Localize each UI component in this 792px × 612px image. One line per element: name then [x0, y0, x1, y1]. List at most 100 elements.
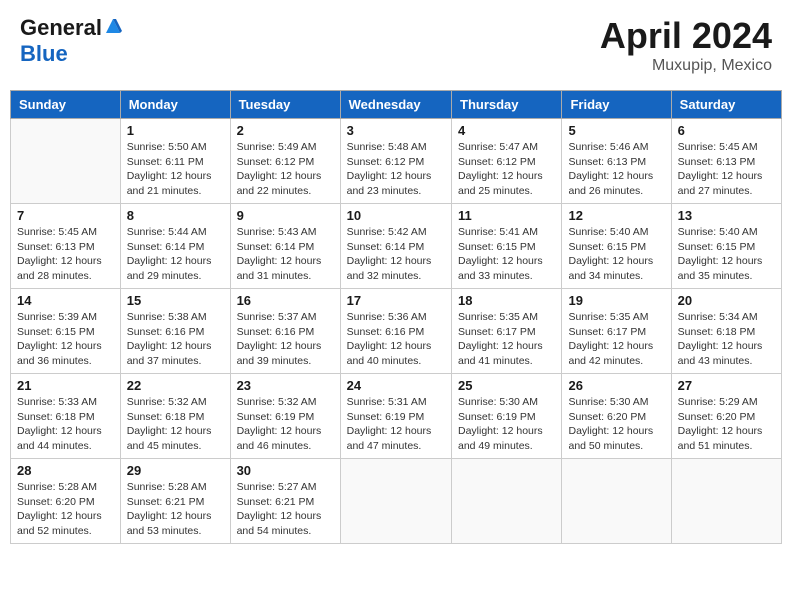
day-cell-3-4: 25 Sunrise: 5:30 AMSunset: 6:19 PMDayligh…	[452, 374, 562, 459]
day-info: Sunrise: 5:28 AMSunset: 6:21 PMDaylight:…	[127, 480, 224, 539]
day-cell-4-6	[671, 459, 781, 544]
day-info: Sunrise: 5:45 AMSunset: 6:13 PMDaylight:…	[17, 225, 114, 284]
day-cell-4-3	[340, 459, 451, 544]
logo-general-text: General	[20, 15, 102, 41]
day-info: Sunrise: 5:28 AMSunset: 6:20 PMDaylight:…	[17, 480, 114, 539]
header-friday: Friday	[562, 91, 671, 119]
day-info: Sunrise: 5:48 AMSunset: 6:12 PMDaylight:…	[347, 140, 445, 199]
day-cell-1-1: 8 Sunrise: 5:44 AMSunset: 6:14 PMDaylight…	[120, 204, 230, 289]
day-info: Sunrise: 5:31 AMSunset: 6:19 PMDaylight:…	[347, 395, 445, 454]
day-cell-4-4	[452, 459, 562, 544]
day-number: 7	[17, 208, 114, 223]
day-number: 25	[458, 378, 555, 393]
week-row-2: 7 Sunrise: 5:45 AMSunset: 6:13 PMDaylight…	[11, 204, 782, 289]
day-cell-2-5: 19 Sunrise: 5:35 AMSunset: 6:17 PMDayligh…	[562, 289, 671, 374]
day-info: Sunrise: 5:45 AMSunset: 6:13 PMDaylight:…	[678, 140, 775, 199]
day-number: 1	[127, 123, 224, 138]
day-number: 11	[458, 208, 555, 223]
day-cell-3-1: 22Sunrise: 5:32 AMSunset: 6:18 PMDayligh…	[120, 374, 230, 459]
day-info: Sunrise: 5:49 AMSunset: 6:12 PMDaylight:…	[237, 140, 334, 199]
day-cell-1-0: 7 Sunrise: 5:45 AMSunset: 6:13 PMDaylight…	[11, 204, 121, 289]
day-number: 26	[568, 378, 664, 393]
day-number: 12	[568, 208, 664, 223]
day-info: Sunrise: 5:42 AMSunset: 6:14 PMDaylight:…	[347, 225, 445, 284]
day-info: Sunrise: 5:40 AMSunset: 6:15 PMDaylight:…	[568, 225, 664, 284]
day-cell-4-2: 30Sunrise: 5:27 AMSunset: 6:21 PMDayligh…	[230, 459, 340, 544]
day-info: Sunrise: 5:44 AMSunset: 6:14 PMDaylight:…	[127, 225, 224, 284]
week-row-5: 28 Sunrise: 5:28 AMSunset: 6:20 PMDayligh…	[11, 459, 782, 544]
day-number: 28	[17, 463, 114, 478]
day-info: Sunrise: 5:38 AMSunset: 6:16 PMDaylight:…	[127, 310, 224, 369]
day-cell-0-2: 2 Sunrise: 5:49 AMSunset: 6:12 PMDaylight…	[230, 119, 340, 204]
day-cell-1-5: 12 Sunrise: 5:40 AMSunset: 6:15 PMDayligh…	[562, 204, 671, 289]
logo: General Blue	[20, 15, 122, 67]
day-cell-2-6: 20 Sunrise: 5:34 AMSunset: 6:18 PMDayligh…	[671, 289, 781, 374]
day-cell-1-2: 9 Sunrise: 5:43 AMSunset: 6:14 PMDaylight…	[230, 204, 340, 289]
day-cell-1-3: 10 Sunrise: 5:42 AMSunset: 6:14 PMDayligh…	[340, 204, 451, 289]
header-sunday: Sunday	[11, 91, 121, 119]
day-cell-2-3: 17Sunrise: 5:36 AMSunset: 6:16 PMDayligh…	[340, 289, 451, 374]
day-number: 9	[237, 208, 334, 223]
day-number: 5	[568, 123, 664, 138]
logo-icon	[104, 17, 122, 35]
day-number: 2	[237, 123, 334, 138]
logo-blue-text: Blue	[20, 41, 68, 66]
day-number: 14	[17, 293, 114, 308]
calendar-subtitle: Muxupip, Mexico	[600, 57, 772, 75]
day-cell-0-3: 3 Sunrise: 5:48 AMSunset: 6:12 PMDaylight…	[340, 119, 451, 204]
header-thursday: Thursday	[452, 91, 562, 119]
page-header: General Blue April 2024 Muxupip, Mexico	[10, 10, 782, 80]
day-number: 21	[17, 378, 114, 393]
day-cell-0-4: 4 Sunrise: 5:47 AMSunset: 6:12 PMDaylight…	[452, 119, 562, 204]
day-cell-2-4: 18 Sunrise: 5:35 AMSunset: 6:17 PMDayligh…	[452, 289, 562, 374]
day-info: Sunrise: 5:29 AMSunset: 6:20 PMDaylight:…	[678, 395, 775, 454]
day-cell-3-2: 23Sunrise: 5:32 AMSunset: 6:19 PMDayligh…	[230, 374, 340, 459]
day-cell-2-0: 14 Sunrise: 5:39 AMSunset: 6:15 PMDayligh…	[11, 289, 121, 374]
day-cell-0-5: 5 Sunrise: 5:46 AMSunset: 6:13 PMDaylight…	[562, 119, 671, 204]
day-number: 29	[127, 463, 224, 478]
week-row-1: 1Sunrise: 5:50 AMSunset: 6:11 PMDaylight…	[11, 119, 782, 204]
day-number: 30	[237, 463, 334, 478]
day-number: 8	[127, 208, 224, 223]
day-number: 3	[347, 123, 445, 138]
week-row-3: 14 Sunrise: 5:39 AMSunset: 6:15 PMDayligh…	[11, 289, 782, 374]
day-cell-0-0	[11, 119, 121, 204]
day-info: Sunrise: 5:35 AMSunset: 6:17 PMDaylight:…	[458, 310, 555, 369]
day-number: 19	[568, 293, 664, 308]
day-cell-0-6: 6 Sunrise: 5:45 AMSunset: 6:13 PMDaylight…	[671, 119, 781, 204]
day-number: 18	[458, 293, 555, 308]
day-cell-2-2: 16 Sunrise: 5:37 AMSunset: 6:16 PMDayligh…	[230, 289, 340, 374]
day-cell-3-0: 21Sunrise: 5:33 AMSunset: 6:18 PMDayligh…	[11, 374, 121, 459]
day-info: Sunrise: 5:39 AMSunset: 6:15 PMDaylight:…	[17, 310, 114, 369]
day-number: 20	[678, 293, 775, 308]
calendar-title: April 2024	[600, 15, 772, 57]
day-info: Sunrise: 5:30 AMSunset: 6:19 PMDaylight:…	[458, 395, 555, 454]
day-info: Sunrise: 5:41 AMSunset: 6:15 PMDaylight:…	[458, 225, 555, 284]
day-number: 23	[237, 378, 334, 393]
day-cell-2-1: 15 Sunrise: 5:38 AMSunset: 6:16 PMDayligh…	[120, 289, 230, 374]
header-tuesday: Tuesday	[230, 91, 340, 119]
day-cell-0-1: 1Sunrise: 5:50 AMSunset: 6:11 PMDaylight…	[120, 119, 230, 204]
day-info: Sunrise: 5:47 AMSunset: 6:12 PMDaylight:…	[458, 140, 555, 199]
day-cell-4-0: 28 Sunrise: 5:28 AMSunset: 6:20 PMDayligh…	[11, 459, 121, 544]
day-info: Sunrise: 5:34 AMSunset: 6:18 PMDaylight:…	[678, 310, 775, 369]
day-number: 6	[678, 123, 775, 138]
day-number: 13	[678, 208, 775, 223]
title-section: April 2024 Muxupip, Mexico	[600, 15, 772, 75]
day-number: 22	[127, 378, 224, 393]
weekday-header-row: Sunday Monday Tuesday Wednesday Thursday…	[11, 91, 782, 119]
day-info: Sunrise: 5:35 AMSunset: 6:17 PMDaylight:…	[568, 310, 664, 369]
day-info: Sunrise: 5:37 AMSunset: 6:16 PMDaylight:…	[237, 310, 334, 369]
day-cell-1-6: 13Sunrise: 5:40 AMSunset: 6:15 PMDayligh…	[671, 204, 781, 289]
day-number: 15	[127, 293, 224, 308]
day-number: 4	[458, 123, 555, 138]
day-number: 16	[237, 293, 334, 308]
day-info: Sunrise: 5:43 AMSunset: 6:14 PMDaylight:…	[237, 225, 334, 284]
calendar-table: Sunday Monday Tuesday Wednesday Thursday…	[10, 90, 782, 544]
day-cell-3-5: 26Sunrise: 5:30 AMSunset: 6:20 PMDayligh…	[562, 374, 671, 459]
day-number: 10	[347, 208, 445, 223]
day-info: Sunrise: 5:46 AMSunset: 6:13 PMDaylight:…	[568, 140, 664, 199]
header-wednesday: Wednesday	[340, 91, 451, 119]
day-cell-3-3: 24Sunrise: 5:31 AMSunset: 6:19 PMDayligh…	[340, 374, 451, 459]
day-cell-3-6: 27Sunrise: 5:29 AMSunset: 6:20 PMDayligh…	[671, 374, 781, 459]
